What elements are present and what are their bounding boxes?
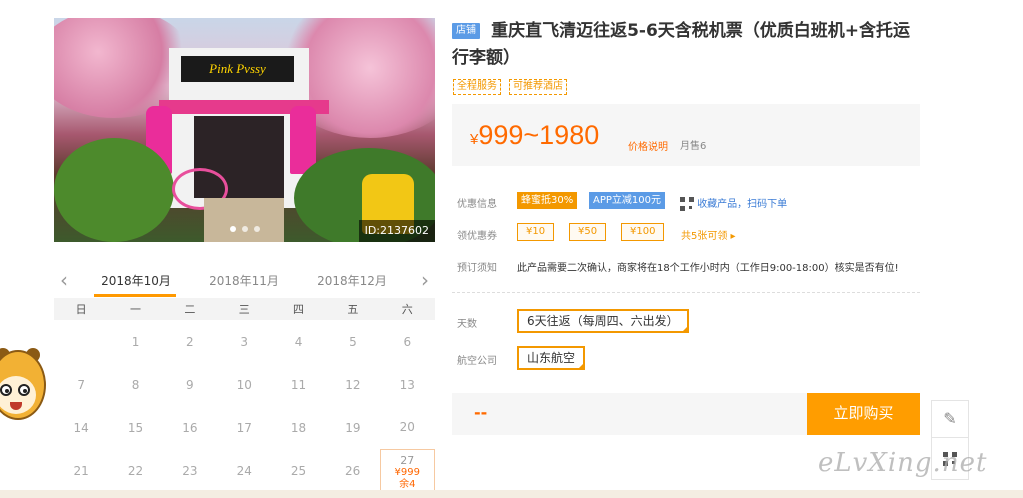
weekday-fri: 五 (325, 298, 381, 320)
calendar-day: 1 (131, 334, 140, 349)
coupon-label: 领优惠券 (457, 231, 497, 242)
weekday-wed: 三 (217, 298, 272, 320)
calendar-day: 14 (73, 420, 89, 435)
calendar-day: 3 (240, 334, 249, 349)
calendar-day: 8 (131, 377, 140, 392)
weekday-sun: 日 (54, 298, 109, 320)
more-coupons-link[interactable]: 共5张可领 ▸ (681, 227, 736, 242)
price: ¥999~1980 (470, 120, 599, 151)
price-range: 999~1980 (478, 120, 600, 150)
photo-id-label: ID:2137602 (358, 220, 435, 242)
promo-app-pill: APP立减100元 (589, 192, 665, 209)
tag-full-service: 全程服务 (453, 79, 501, 95)
total-price-placeholder: -- (474, 403, 488, 422)
price-explain-link[interactable]: 价格说明 (628, 138, 668, 153)
product-page: Pink Pvssy ID:2137602 ‹ 2018年10月 2018年11… (0, 0, 1023, 498)
calendar-day (54, 320, 108, 363)
calendar-day: 21 (73, 463, 89, 478)
selected-check-icon (577, 362, 586, 370)
weekday-thu: 四 (271, 298, 326, 320)
days-label: 天数 (457, 319, 477, 330)
calendar-day: 26 (345, 463, 361, 478)
bottom-strip (0, 490, 1023, 498)
calendar-day: 11 (290, 377, 307, 392)
airline-label: 航空公司 (457, 356, 497, 367)
monthly-sales: 月售6 (680, 141, 707, 152)
mascot-icon[interactable] (0, 348, 48, 430)
calendar-day: 15 (127, 420, 144, 435)
calendar-day: 17 (236, 420, 252, 435)
calendar-day: 22 (127, 463, 144, 478)
day-number: 27 (400, 453, 415, 467)
calendar-day: 2 (186, 334, 194, 349)
next-month-icon[interactable]: › (421, 270, 429, 290)
calendar: 日 一 二 三 四 五 六 1 2 3 4 5 6 7 8 9 10 11 12… (54, 298, 436, 493)
promo-label: 优惠信息 (457, 199, 497, 210)
product-photo[interactable]: Pink Pvssy ID:2137602 (54, 18, 435, 242)
carousel-dot[interactable] (241, 226, 248, 232)
calendar-day: 5 (349, 334, 357, 349)
airline-option[interactable]: 山东航空 (517, 346, 586, 370)
qr-icon (680, 197, 694, 211)
calendar-week: 1 2 3 4 5 6 (54, 320, 435, 363)
calendar-day: 23 (182, 463, 198, 478)
site-watermark: eLvXing.net (818, 448, 988, 478)
carousel-dot[interactable] (253, 226, 260, 232)
buy-now-button[interactable]: 立即购买 (807, 393, 920, 435)
month-tab-dec[interactable]: 2018年12月 (302, 272, 402, 289)
calendar-day: 10 (236, 377, 252, 392)
calendar-day: 18 (290, 420, 307, 435)
tag-hotel-recommend: 可推荐酒店 (509, 79, 567, 95)
calendar-day: 9 (186, 377, 194, 392)
product-title: 重庆直飞清迈往返5-6天含税机票（优质白班机+含托运行李额） (452, 21, 911, 68)
airline-option-text: 山东航空 (527, 351, 576, 365)
notice-label: 预订须知 (457, 263, 497, 274)
calendar-day-available[interactable]: 27 ¥999 余4 (379, 448, 436, 493)
calendar-day: 20 (399, 420, 415, 435)
carousel-dots[interactable] (229, 226, 260, 232)
selected-check-icon (680, 325, 689, 333)
weekday-tue: 二 (162, 298, 218, 320)
carousel-dot[interactable] (229, 226, 236, 232)
calendar-day: 4 (294, 334, 303, 349)
calendar-day: 24 (236, 463, 252, 478)
month-tab-oct[interactable]: 2018年10月 (86, 272, 186, 289)
coupon-10[interactable]: ¥10 (517, 223, 555, 241)
calendar-day: 16 (182, 420, 198, 435)
weekday-mon: 一 (108, 298, 163, 320)
calendar-day: 7 (77, 377, 85, 392)
calendar-day: 6 (403, 334, 412, 349)
weekday-sat: 六 (380, 298, 435, 320)
shop-badge[interactable]: 店铺 (452, 23, 480, 39)
price-box: ¥999~1980 价格说明 月售6 (452, 104, 920, 166)
day-price: ¥999 (394, 466, 420, 478)
product-title-row: 店铺 重庆直飞清迈往返5-6天含税机票（优质白班机+含托运行李额） (452, 18, 922, 72)
prev-month-icon[interactable]: ‹ (60, 270, 68, 290)
calendar-week: 14 15 16 17 18 19 20 (54, 406, 435, 449)
days-option-text: 6天往返（每周四、六出发） (527, 314, 679, 328)
favorite-scan-link[interactable]: 收藏产品，扫码下单 (680, 195, 787, 211)
active-month-indicator (94, 294, 176, 297)
calendar-month-nav: ‹ 2018年10月 2018年11月 2018年12月 › (54, 262, 435, 298)
weekday-header: 日 一 二 三 四 五 六 (54, 298, 435, 320)
calendar-day: 19 (345, 420, 361, 435)
promo-honey-pill: 蜂蜜抵30% (517, 192, 578, 209)
calendar-week: 7 8 9 10 11 12 13 (54, 363, 435, 406)
favorite-scan-text: 收藏产品，扫码下单 (697, 199, 788, 210)
calendar-day: 13 (399, 377, 415, 392)
month-tab-nov[interactable]: 2018年11月 (194, 272, 294, 289)
calendar-week: 21 22 23 24 25 26 27 ¥999 余4 (54, 448, 436, 493)
notice-text: 此产品需要二次确认，商家将在18个工作小时内（工作日9:00-18:00）核实是… (517, 263, 899, 274)
edit-icon[interactable]: ✎ (931, 400, 969, 438)
shop-sign: Pink Pvssy (181, 56, 294, 82)
coupon-50[interactable]: ¥50 (569, 223, 607, 241)
service-tags: 全程服务 可推荐酒店 (453, 79, 567, 95)
days-option[interactable]: 6天往返（每周四、六出发） (517, 309, 689, 333)
calendar-day: 12 (345, 377, 361, 392)
day-remaining: 余4 (399, 478, 416, 490)
section-divider (452, 292, 920, 293)
coupon-100[interactable]: ¥100 (621, 223, 665, 241)
calendar-day: 25 (290, 463, 307, 478)
